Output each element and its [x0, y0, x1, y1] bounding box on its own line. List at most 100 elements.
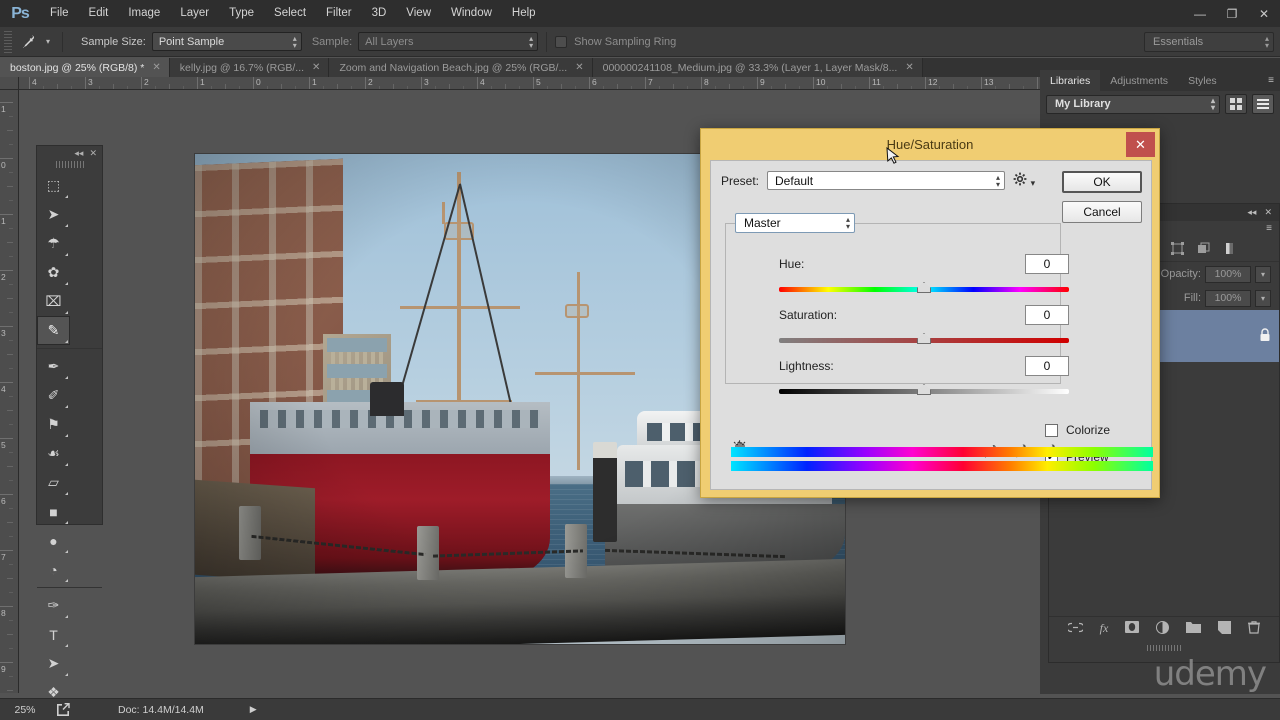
healing-brush-tool[interactable]: ✒ [37, 352, 70, 381]
tab-boston[interactable]: boston.jpg @ 25% (RGB/8) * ✕ [0, 58, 170, 77]
ruler-label: 8 [1, 608, 6, 618]
history-brush-tool[interactable]: ☙ [37, 439, 70, 468]
eyedropper-icon[interactable] [16, 30, 42, 54]
link-icon[interactable] [1066, 622, 1085, 636]
lasso-tool[interactable]: ☂ [37, 229, 70, 258]
dialog-close-button[interactable]: ✕ [1126, 132, 1155, 157]
list-view-button[interactable] [1252, 94, 1274, 114]
cancel-button[interactable]: Cancel [1062, 201, 1142, 223]
close-icon[interactable]: ✕ [1264, 207, 1272, 218]
hue-slider-track[interactable] [779, 282, 1069, 293]
preset-select[interactable]: Default ▴ ▾ [767, 171, 1006, 190]
dodge-tool[interactable]: ◔ [37, 555, 70, 584]
gear-icon[interactable]: ▾ [1013, 172, 1035, 189]
tab-close-icon[interactable]: ✕ [575, 62, 583, 73]
vertical-ruler[interactable]: 101234567891011 [0, 90, 19, 693]
maximize-button[interactable]: ❐ [1216, 0, 1248, 27]
clone-stamp-tool[interactable]: ⚑ [37, 410, 70, 439]
eraser-tool[interactable]: ▱ [37, 468, 70, 497]
pen-tool[interactable]: ✑ [37, 591, 70, 620]
close-button[interactable]: ✕ [1248, 0, 1280, 27]
tool-preset-chevron-icon[interactable]: ▾ [42, 37, 54, 46]
saturation-value[interactable]: 0 [1025, 305, 1069, 325]
path-selection-tool[interactable]: ➤ [37, 649, 70, 678]
collapse-icon[interactable]: ◂◂ [1247, 207, 1256, 218]
lightness-slider-track[interactable] [779, 384, 1069, 395]
crop-tool[interactable]: ⌧ [37, 287, 70, 316]
share-icon[interactable] [50, 703, 76, 716]
hue-value[interactable]: 0 [1025, 254, 1069, 274]
opacity-chevron-icon[interactable]: ▾ [1255, 265, 1271, 283]
colorize-checkbox[interactable] [1045, 423, 1058, 437]
ok-button[interactable]: OK [1062, 171, 1142, 193]
tab-close-icon[interactable]: ✕ [312, 62, 320, 73]
sample-size-select[interactable]: Point Sample ▴ ▾ [151, 32, 302, 51]
tab-000000241108-medium[interactable]: 000000241108_Medium.jpg @ 33.3% (Layer 1… [592, 58, 923, 77]
layers-panel-resize-grip[interactable] [1049, 644, 1279, 652]
move-tool[interactable]: ➤ [37, 200, 70, 229]
colorize-row[interactable]: Colorize [1045, 423, 1137, 437]
adjustment-icon[interactable] [1156, 620, 1170, 637]
tab-adjustments[interactable]: Adjustments [1100, 70, 1178, 91]
folder-icon[interactable] [1186, 621, 1202, 636]
menu-3d[interactable]: 3D [362, 0, 397, 27]
tab-zoom-navigation-beach[interactable]: Zoom and Navigation Beach.jpg @ 25% (RGB… [329, 58, 593, 77]
trash-icon[interactable] [1248, 620, 1261, 637]
tab-close-icon[interactable]: ✕ [905, 62, 913, 73]
tab-styles[interactable]: Styles [1178, 70, 1227, 91]
dialog-title-bar[interactable]: Hue/Saturation ✕ [701, 129, 1159, 160]
mask-icon[interactable] [1125, 621, 1140, 636]
tool-flyout-indicator [65, 463, 68, 466]
tab-kelly[interactable]: kelly.jpg @ 16.7% (RGB/... ✕ [169, 58, 330, 77]
menu-window[interactable]: Window [441, 0, 502, 27]
menu-image[interactable]: Image [118, 0, 170, 27]
gradient-tool[interactable]: ■ [37, 497, 70, 526]
close-icon[interactable]: ✕ [89, 148, 97, 159]
type-tool[interactable]: T [37, 620, 70, 649]
horizontal-ruler[interactable]: 43210123456789101112131415161718 [19, 77, 1040, 90]
fx-icon[interactable]: fx [1100, 621, 1109, 636]
brush-tool[interactable]: ✐ [37, 381, 70, 410]
tools-panel-grip[interactable] [55, 161, 84, 168]
smart-object-filter-icon[interactable] [1191, 239, 1215, 259]
sample-select[interactable]: All Layers ▴ ▾ [358, 32, 539, 51]
lightness-value[interactable]: 0 [1025, 356, 1069, 376]
minimize-button[interactable]: — [1184, 0, 1216, 27]
menu-filter[interactable]: Filter [316, 0, 362, 27]
hue-spectrum-bottom[interactable] [731, 461, 1153, 471]
menu-bar: Ps File Edit Image Layer Type Select Fil… [0, 0, 1280, 27]
quick-selection-tool[interactable]: ✿ [37, 258, 70, 287]
menu-help[interactable]: Help [502, 0, 546, 27]
hue-slider-thumb[interactable] [917, 282, 931, 293]
tab-libraries[interactable]: Libraries [1040, 70, 1101, 91]
lightness-slider-thumb[interactable] [917, 384, 931, 395]
fill-chevron-icon[interactable]: ▾ [1255, 289, 1271, 307]
menu-view[interactable]: View [396, 0, 441, 27]
menu-file[interactable]: File [40, 0, 79, 27]
collapse-icon[interactable]: ◂◂ [74, 148, 83, 159]
new-layer-icon[interactable] [1218, 620, 1232, 637]
saturation-slider-track[interactable] [779, 333, 1069, 344]
menu-layer[interactable]: Layer [170, 0, 219, 27]
menu-type[interactable]: Type [219, 0, 264, 27]
adjustment-filter-icon[interactable] [1217, 239, 1241, 259]
eyedropper-tool[interactable]: ✎ [37, 316, 70, 345]
workspace-select[interactable]: Essentials ▴ ▾ [1144, 32, 1274, 52]
blur-tool[interactable]: ● [37, 526, 70, 555]
show-sampling-ring-checkbox[interactable] [555, 35, 568, 48]
marquee-tool[interactable]: ⬚ [37, 171, 70, 200]
menu-edit[interactable]: Edit [79, 0, 119, 27]
saturation-slider-thumb[interactable] [917, 333, 931, 344]
opacity-value[interactable]: 100% [1205, 265, 1251, 283]
grid-view-button[interactable] [1225, 94, 1247, 114]
channel-select[interactable]: Master ▴ ▾ [735, 213, 855, 233]
library-select[interactable]: My Library ▴ ▾ [1046, 94, 1220, 114]
zoom-level[interactable]: 25% [0, 704, 50, 716]
fill-value[interactable]: 100% [1205, 289, 1251, 307]
tab-close-icon[interactable]: ✕ [152, 62, 160, 73]
menu-select[interactable]: Select [264, 0, 316, 27]
panel-menu-icon[interactable]: ≡ [1268, 70, 1280, 91]
shape-filter-icon[interactable] [1165, 239, 1189, 259]
options-bar-grip[interactable] [4, 30, 12, 53]
status-expand-arrow-icon[interactable]: ▶ [250, 704, 257, 715]
